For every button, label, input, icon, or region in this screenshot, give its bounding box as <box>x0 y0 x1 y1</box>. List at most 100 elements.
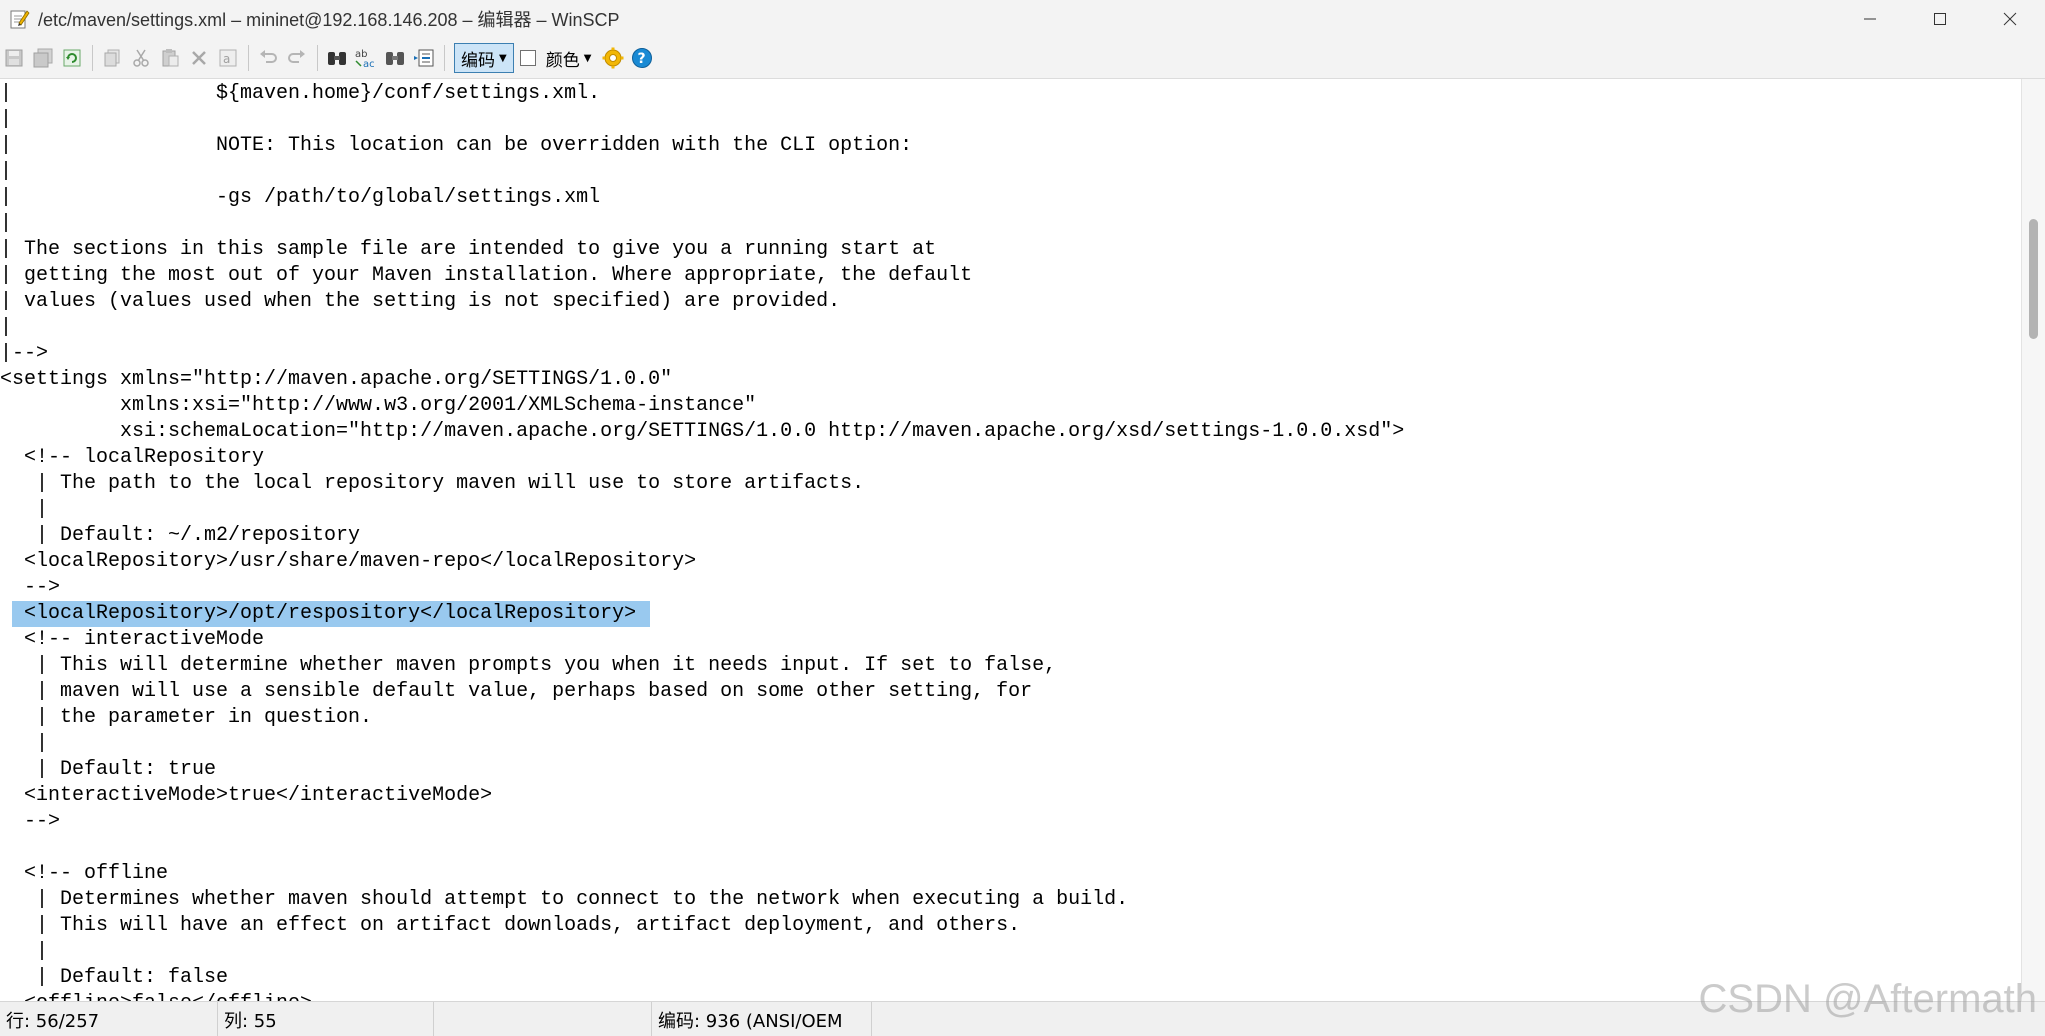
goto-line-button[interactable] <box>410 44 438 72</box>
code-line[interactable]: | Default: false <box>0 965 228 991</box>
code-line[interactable]: | The sections in this sample file are i… <box>0 237 936 263</box>
undo-icon <box>260 50 277 63</box>
code-line[interactable]: | The path to the local repository maven… <box>0 471 864 497</box>
selected-code-line[interactable]: <localRepository>/opt/respository</local… <box>12 601 651 627</box>
code-line[interactable]: | maven will use a sensible default valu… <box>0 679 1032 705</box>
svg-text:?: ? <box>638 51 646 67</box>
save-button[interactable] <box>0 44 28 72</box>
cut-icon <box>133 49 149 67</box>
undo-button[interactable] <box>254 44 282 72</box>
redo-icon <box>288 50 305 63</box>
code-line[interactable]: | ${maven.home}/conf/settings.xml. <box>0 81 600 107</box>
color-dropdown[interactable]: 颜色 ▼ <box>546 46 592 71</box>
color-checkbox[interactable] <box>519 50 536 66</box>
paste-button[interactable] <box>156 44 184 72</box>
help-icon: ? <box>632 48 653 68</box>
save-all-icon <box>33 48 53 68</box>
cut-button[interactable] <box>127 44 155 72</box>
status-column: 列: 55 <box>218 1002 434 1036</box>
code-line[interactable]: | <box>0 939 48 965</box>
svg-text:a: a <box>223 52 230 66</box>
status-empty <box>434 1002 652 1036</box>
select-all-icon: a <box>219 49 237 67</box>
replace-button[interactable]: ab ac <box>352 44 380 72</box>
code-line[interactable]: |--> <box>0 341 48 367</box>
code-line[interactable]: xsi:schemaLocation="http://maven.apache.… <box>0 419 1404 445</box>
code-line[interactable]: <interactiveMode>true</interactiveMode> <box>0 783 492 809</box>
minimize-button[interactable] <box>1835 0 1905 38</box>
toolbar-separator <box>444 45 445 71</box>
code-line[interactable]: --> <box>0 575 60 601</box>
color-label: 颜色 <box>545 50 580 71</box>
window-controls <box>1835 0 2045 38</box>
code-line[interactable]: | -gs /path/to/global/settings.xml <box>0 185 600 211</box>
code-line[interactable]: | This will determine whether maven prom… <box>0 653 1056 679</box>
chevron-down-icon: ▼ <box>583 52 592 64</box>
maximize-button[interactable] <box>1905 0 1975 38</box>
code-line[interactable]: | Default: ~/.m2/repository <box>0 523 360 549</box>
editor-toolbar: a ab ac 编码 ▼ 颜色 ▼ ? <box>0 38 2045 79</box>
toolbar-separator <box>248 45 249 71</box>
code-line[interactable]: | values (values used when the setting i… <box>0 289 840 315</box>
watermark-text: CSDN @Aftermath <box>1698 977 2037 1021</box>
select-all-button[interactable]: a <box>214 44 242 72</box>
code-line[interactable]: | <box>0 315 12 341</box>
maximize-icon <box>1934 13 1946 25</box>
code-line[interactable]: | Determines whether maven should attemp… <box>0 887 1128 913</box>
code-line[interactable]: --> <box>0 809 60 835</box>
code-line[interactable]: <!-- offline <box>0 861 168 887</box>
chevron-down-icon: ▼ <box>499 52 507 64</box>
redo-button[interactable] <box>283 44 311 72</box>
encoding-label: 编码 <box>461 50 495 71</box>
code-line[interactable]: | <box>0 211 12 237</box>
encoding-dropdown[interactable]: 编码 ▼ <box>454 43 514 73</box>
settings-icon <box>602 47 624 69</box>
status-line: 行: 56/257 <box>0 1002 218 1036</box>
replace-icon: abac <box>355 49 375 69</box>
reload-button[interactable] <box>58 44 86 72</box>
copy-button[interactable] <box>98 44 126 72</box>
toolbar-separator <box>92 45 93 71</box>
svg-text:ac: ac <box>363 59 375 69</box>
save-all-button[interactable] <box>29 44 57 72</box>
code-line[interactable]: | NOTE: This location can be overridden … <box>0 133 912 159</box>
paste-icon <box>162 49 179 67</box>
minimize-icon <box>1864 18 1876 20</box>
code-line[interactable]: | This will have an effect on artifact d… <box>0 913 1020 939</box>
notepad-icon <box>10 8 30 30</box>
code-line[interactable]: | Default: true <box>0 757 216 783</box>
code-line[interactable]: <offline>false</offline> <box>0 991 312 1001</box>
goto-line-icon <box>414 49 434 67</box>
text-editor-area[interactable]: | ${maven.home}/conf/settings.xml. | | NOT… <box>0 79 2022 1001</box>
close-icon <box>2003 12 2017 26</box>
help-button[interactable]: ? <box>628 44 656 72</box>
delete-button[interactable] <box>185 44 213 72</box>
code-line[interactable]: <settings xmlns="http://maven.apache.org… <box>0 367 672 393</box>
code-line[interactable]: | <box>0 497 48 523</box>
reload-icon <box>63 49 81 67</box>
code-line[interactable]: <!-- localRepository <box>0 445 264 471</box>
status-encoding: 编码: 936 (ANSI/OEM <box>652 1002 872 1036</box>
code-line[interactable]: | the parameter in question. <box>0 705 372 731</box>
scrollbar-thumb[interactable] <box>2029 219 2038 339</box>
settings-button[interactable] <box>599 44 627 72</box>
code-line[interactable]: | <box>0 107 12 133</box>
toolbar-separator <box>317 45 318 71</box>
code-line[interactable]: | getting the most out of your Maven ins… <box>0 263 972 289</box>
editor-window: /etc/maven/settings.xml – mininet@192.16… <box>0 0 2045 1036</box>
find-icon <box>328 52 346 65</box>
find-next-button[interactable] <box>381 44 409 72</box>
code-line[interactable]: <!-- interactiveMode <box>0 627 264 653</box>
window-title: /etc/maven/settings.xml – mininet@192.16… <box>38 10 620 30</box>
delete-icon <box>192 51 206 65</box>
code-line[interactable]: <localRepository>/usr/share/maven-repo</… <box>0 549 696 575</box>
vertical-scrollbar[interactable] <box>2021 79 2045 1001</box>
title-bar[interactable]: /etc/maven/settings.xml – mininet@192.16… <box>0 0 2045 38</box>
code-line[interactable]: xmlns:xsi="http://www.w3.org/2001/XMLSch… <box>0 393 756 419</box>
close-button[interactable] <box>1975 0 2045 38</box>
save-icon <box>5 49 23 67</box>
code-line[interactable]: | <box>0 731 48 757</box>
copy-icon <box>104 49 120 67</box>
code-line[interactable]: | <box>0 159 12 185</box>
find-button[interactable] <box>323 44 351 72</box>
